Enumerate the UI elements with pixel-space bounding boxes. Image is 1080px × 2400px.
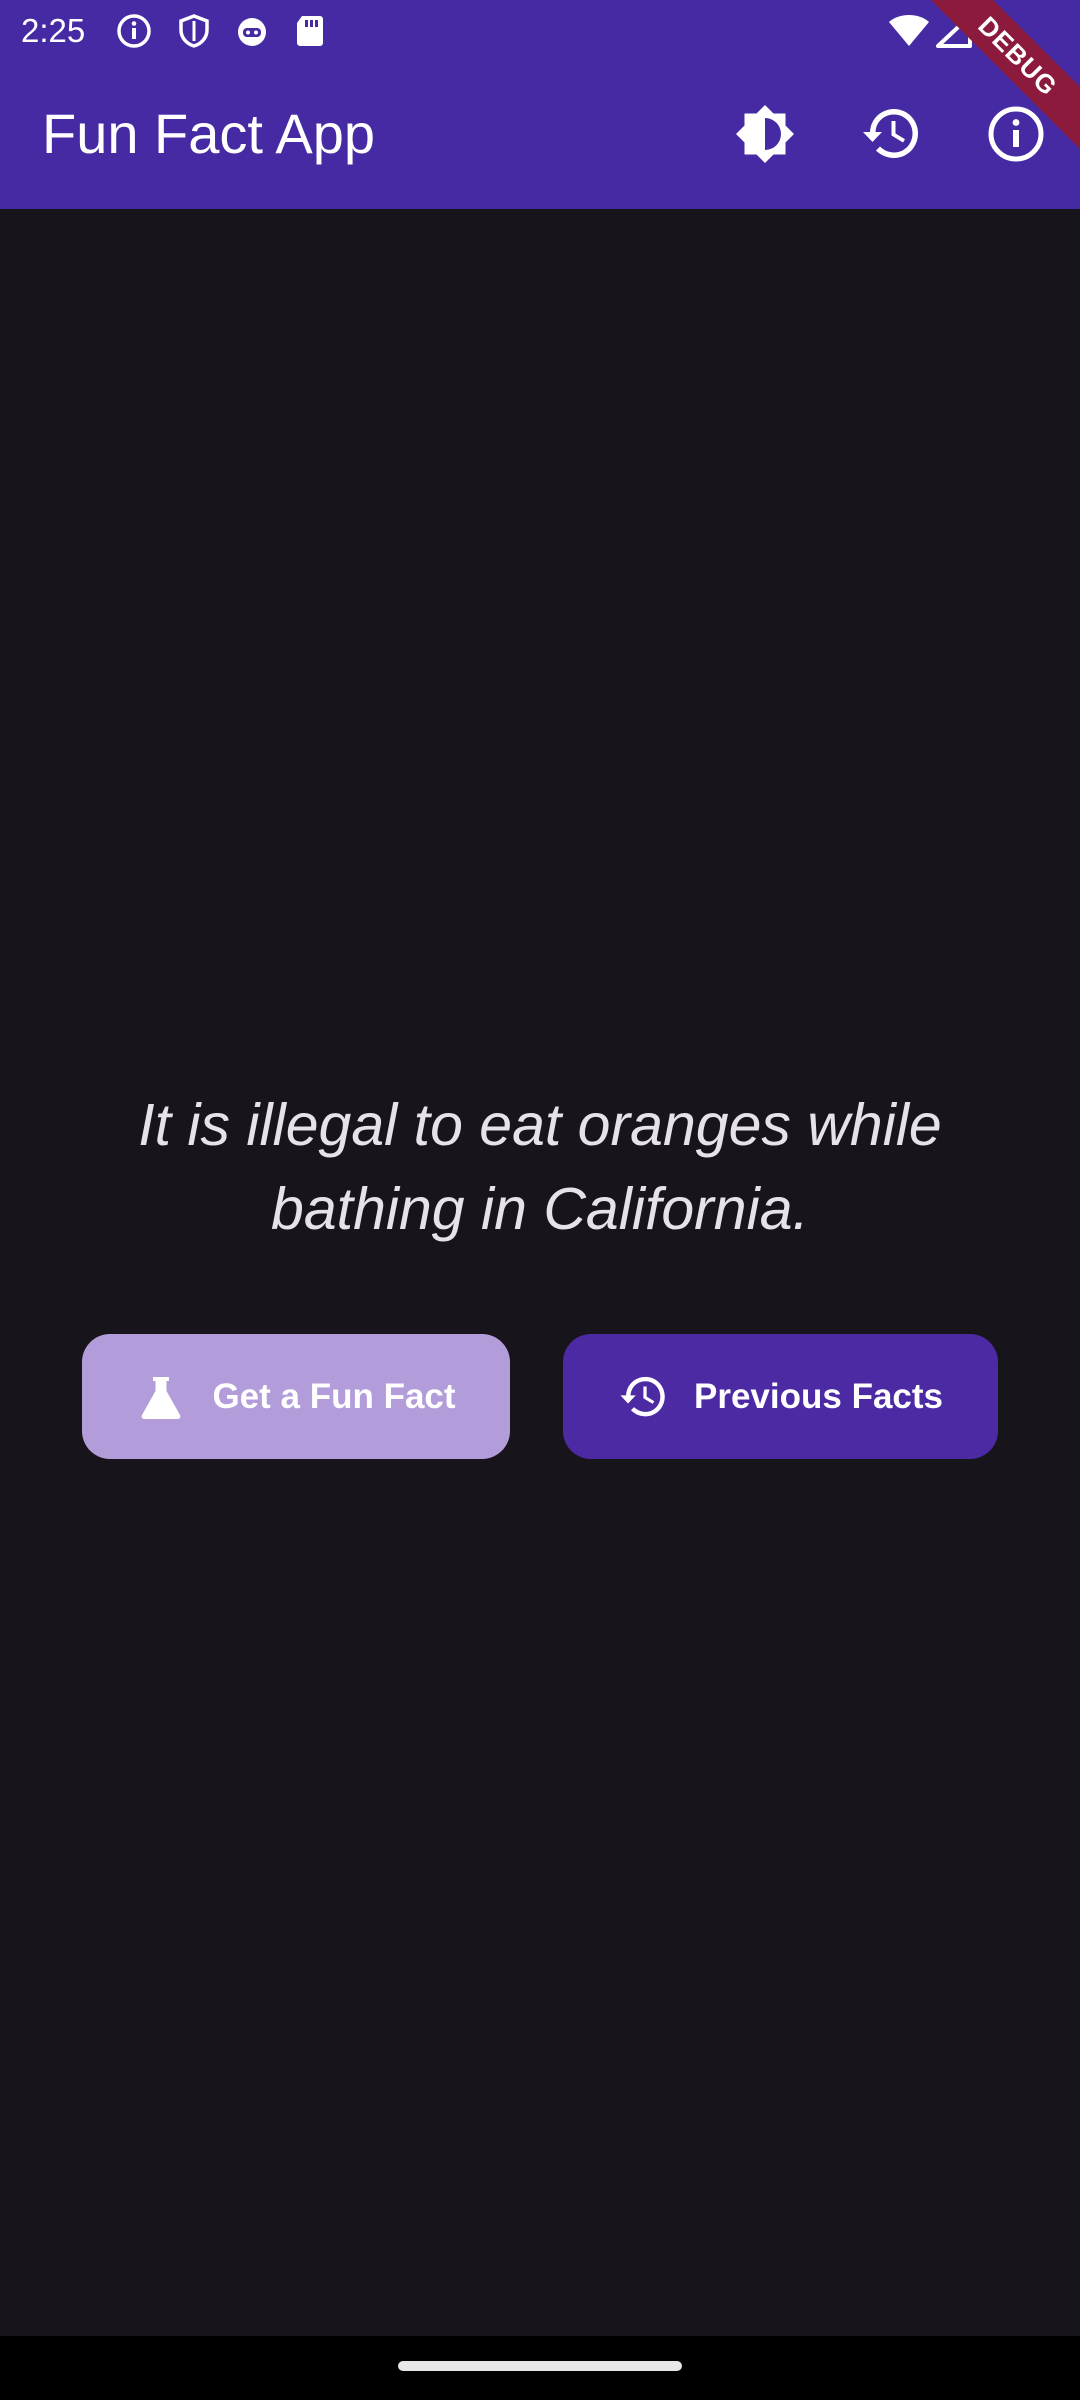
get-fun-fact-button[interactable]: Get a Fun Fact bbox=[82, 1334, 510, 1459]
flask-icon bbox=[136, 1372, 186, 1422]
fun-fact-text: It is illegal to eat oranges while bathi… bbox=[138, 1092, 942, 1242]
signal-icon bbox=[934, 13, 974, 49]
home-indicator[interactable] bbox=[398, 2361, 682, 2371]
history-icon bbox=[618, 1372, 668, 1422]
wifi-icon bbox=[888, 13, 930, 49]
info-button[interactable] bbox=[980, 100, 1052, 172]
brightness-icon bbox=[734, 103, 796, 170]
shield-icon bbox=[176, 13, 212, 49]
sd-card-icon bbox=[292, 13, 328, 49]
info-icon bbox=[116, 13, 152, 49]
app-screen: 2:25 Fun Fact App DEBUG It is illegal to… bbox=[0, 0, 1080, 2400]
previous-facts-button[interactable]: Previous Facts bbox=[563, 1334, 998, 1459]
app-title: Fun Fact App bbox=[42, 102, 376, 165]
theme-toggle-button[interactable] bbox=[729, 100, 801, 172]
history-button[interactable] bbox=[855, 100, 927, 172]
get-fun-fact-label: Get a Fun Fact bbox=[212, 1376, 456, 1416]
status-time: 2:25 bbox=[21, 12, 86, 49]
info-icon bbox=[986, 104, 1046, 169]
top-bar: 2:25 Fun Fact App DEBUG bbox=[0, 0, 1080, 209]
history-icon bbox=[860, 103, 922, 170]
previous-facts-label: Previous Facts bbox=[694, 1376, 943, 1416]
app-bar: Fun Fact App bbox=[0, 62, 1080, 209]
status-bar: 2:25 bbox=[0, 0, 1080, 62]
robot-icon bbox=[234, 13, 270, 49]
